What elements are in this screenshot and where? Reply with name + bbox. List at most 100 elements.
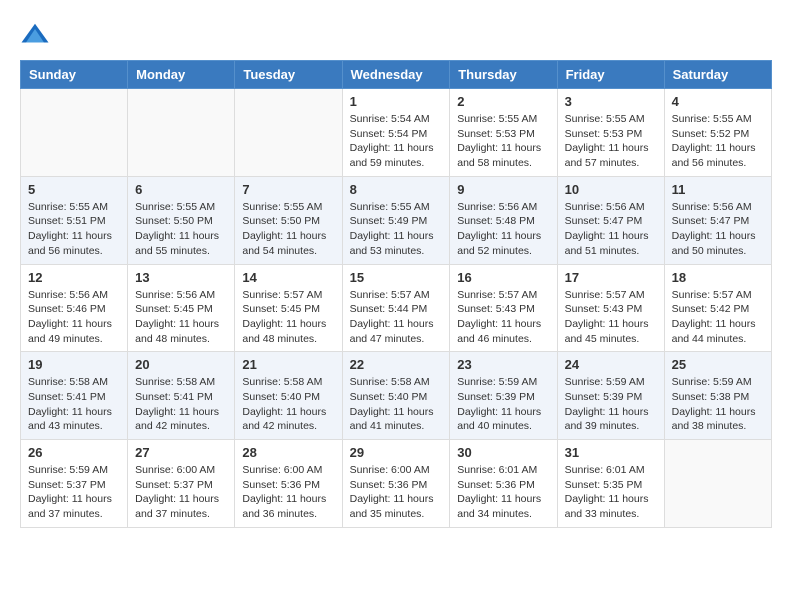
day-info: Sunrise: 6:00 AMSunset: 5:36 PMDaylight:… [242, 463, 334, 522]
calendar-cell: 22 Sunrise: 5:58 AMSunset: 5:40 PMDayligh… [342, 352, 450, 440]
column-header-friday: Friday [557, 61, 664, 89]
day-number: 25 [672, 357, 764, 372]
day-info: Sunrise: 6:01 AMSunset: 5:36 PMDaylight:… [457, 463, 549, 522]
day-info: Sunrise: 5:55 AMSunset: 5:50 PMDaylight:… [135, 200, 227, 259]
calendar-cell: 9 Sunrise: 5:56 AMSunset: 5:48 PMDaylight… [450, 176, 557, 264]
calendar-cell: 5Sunrise: 5:55 AMSunset: 5:51 PMDaylight… [21, 176, 128, 264]
day-info: Sunrise: 5:59 AMSunset: 5:39 PMDaylight:… [565, 375, 657, 434]
column-header-monday: Monday [128, 61, 235, 89]
calendar-cell: 27 Sunrise: 6:00 AMSunset: 5:37 PMDayligh… [128, 440, 235, 528]
day-number: 30 [457, 445, 549, 460]
day-info: Sunrise: 5:56 AMSunset: 5:47 PMDaylight:… [565, 200, 657, 259]
day-number: 1 [350, 94, 443, 109]
calendar-week-2: 5Sunrise: 5:55 AMSunset: 5:51 PMDaylight… [21, 176, 772, 264]
calendar-week-1: 1 Sunrise: 5:54 AMSunset: 5:54 PMDaylight… [21, 89, 772, 177]
day-info: Sunrise: 6:00 AMSunset: 5:37 PMDaylight:… [135, 463, 227, 522]
day-number: 27 [135, 445, 227, 460]
calendar-cell: 4 Sunrise: 5:55 AMSunset: 5:52 PMDaylight… [664, 89, 771, 177]
day-number: 20 [135, 357, 227, 372]
calendar-cell: 29 Sunrise: 6:00 AMSunset: 5:36 PMDayligh… [342, 440, 450, 528]
day-info: Sunrise: 5:58 AMSunset: 5:40 PMDaylight:… [350, 375, 443, 434]
day-number: 3 [565, 94, 657, 109]
day-info: Sunrise: 5:59 AMSunset: 5:37 PMDaylight:… [28, 463, 120, 522]
calendar-cell: 12Sunrise: 5:56 AMSunset: 5:46 PMDayligh… [21, 264, 128, 352]
calendar-cell: 10 Sunrise: 5:56 AMSunset: 5:47 PMDayligh… [557, 176, 664, 264]
day-info: Sunrise: 5:56 AMSunset: 5:46 PMDaylight:… [28, 288, 120, 347]
calendar-cell [235, 89, 342, 177]
day-info: Sunrise: 5:57 AMSunset: 5:42 PMDaylight:… [672, 288, 764, 347]
day-number: 17 [565, 270, 657, 285]
day-info: Sunrise: 5:59 AMSunset: 5:38 PMDaylight:… [672, 375, 764, 434]
day-number: 15 [350, 270, 443, 285]
calendar-cell: 20 Sunrise: 5:58 AMSunset: 5:41 PMDayligh… [128, 352, 235, 440]
column-header-tuesday: Tuesday [235, 61, 342, 89]
day-number: 7 [242, 182, 334, 197]
day-info: Sunrise: 5:55 AMSunset: 5:53 PMDaylight:… [457, 112, 549, 171]
calendar-cell: 14 Sunrise: 5:57 AMSunset: 5:45 PMDayligh… [235, 264, 342, 352]
calendar-cell: 2 Sunrise: 5:55 AMSunset: 5:53 PMDaylight… [450, 89, 557, 177]
calendar-cell: 16Sunrise: 5:57 AMSunset: 5:43 PMDayligh… [450, 264, 557, 352]
day-info: Sunrise: 5:58 AMSunset: 5:41 PMDaylight:… [135, 375, 227, 434]
day-info: Sunrise: 5:56 AMSunset: 5:48 PMDaylight:… [457, 200, 549, 259]
calendar-cell: 13 Sunrise: 5:56 AMSunset: 5:45 PMDayligh… [128, 264, 235, 352]
day-number: 14 [242, 270, 334, 285]
day-number: 11 [672, 182, 764, 197]
day-number: 2 [457, 94, 549, 109]
day-number: 10 [565, 182, 657, 197]
day-number: 26 [28, 445, 120, 460]
day-info: Sunrise: 5:57 AMSunset: 5:43 PMDaylight:… [565, 288, 657, 347]
day-number: 24 [565, 357, 657, 372]
day-number: 29 [350, 445, 443, 460]
calendar-cell: 23Sunrise: 5:59 AMSunset: 5:39 PMDayligh… [450, 352, 557, 440]
day-info: Sunrise: 6:00 AMSunset: 5:36 PMDaylight:… [350, 463, 443, 522]
day-number: 9 [457, 182, 549, 197]
logo [20, 20, 54, 50]
calendar-cell [21, 89, 128, 177]
day-info: Sunrise: 5:57 AMSunset: 5:45 PMDaylight:… [242, 288, 334, 347]
day-info: Sunrise: 5:55 AMSunset: 5:52 PMDaylight:… [672, 112, 764, 171]
calendar-cell: 17 Sunrise: 5:57 AMSunset: 5:43 PMDayligh… [557, 264, 664, 352]
calendar-cell: 15 Sunrise: 5:57 AMSunset: 5:44 PMDayligh… [342, 264, 450, 352]
day-number: 18 [672, 270, 764, 285]
calendar-cell [128, 89, 235, 177]
calendar-cell: 18 Sunrise: 5:57 AMSunset: 5:42 PMDayligh… [664, 264, 771, 352]
column-header-sunday: Sunday [21, 61, 128, 89]
day-number: 31 [565, 445, 657, 460]
day-info: Sunrise: 5:56 AMSunset: 5:45 PMDaylight:… [135, 288, 227, 347]
calendar: SundayMondayTuesdayWednesdayThursdayFrid… [20, 60, 772, 528]
day-number: 8 [350, 182, 443, 197]
column-header-wednesday: Wednesday [342, 61, 450, 89]
day-number: 22 [350, 357, 443, 372]
calendar-cell: 7 Sunrise: 5:55 AMSunset: 5:50 PMDaylight… [235, 176, 342, 264]
column-header-saturday: Saturday [664, 61, 771, 89]
day-info: Sunrise: 6:01 AMSunset: 5:35 PMDaylight:… [565, 463, 657, 522]
day-info: Sunrise: 5:55 AMSunset: 5:53 PMDaylight:… [565, 112, 657, 171]
day-info: Sunrise: 5:57 AMSunset: 5:44 PMDaylight:… [350, 288, 443, 347]
calendar-cell: 31 Sunrise: 6:01 AMSunset: 5:35 PMDayligh… [557, 440, 664, 528]
calendar-cell: 21Sunrise: 5:58 AMSunset: 5:40 PMDayligh… [235, 352, 342, 440]
day-number: 23 [457, 357, 549, 372]
calendar-week-3: 12Sunrise: 5:56 AMSunset: 5:46 PMDayligh… [21, 264, 772, 352]
calendar-header-row: SundayMondayTuesdayWednesdayThursdayFrid… [21, 61, 772, 89]
calendar-week-5: 26 Sunrise: 5:59 AMSunset: 5:37 PMDayligh… [21, 440, 772, 528]
logo-icon [20, 20, 50, 50]
day-number: 4 [672, 94, 764, 109]
calendar-cell: 30 Sunrise: 6:01 AMSunset: 5:36 PMDayligh… [450, 440, 557, 528]
calendar-cell [664, 440, 771, 528]
calendar-cell: 28Sunrise: 6:00 AMSunset: 5:36 PMDayligh… [235, 440, 342, 528]
day-info: Sunrise: 5:56 AMSunset: 5:47 PMDaylight:… [672, 200, 764, 259]
calendar-cell: 11 Sunrise: 5:56 AMSunset: 5:47 PMDayligh… [664, 176, 771, 264]
page-header [20, 20, 772, 50]
day-info: Sunrise: 5:55 AMSunset: 5:49 PMDaylight:… [350, 200, 443, 259]
day-info: Sunrise: 5:55 AMSunset: 5:51 PMDaylight:… [28, 200, 120, 259]
day-number: 13 [135, 270, 227, 285]
day-number: 6 [135, 182, 227, 197]
calendar-cell: 6 Sunrise: 5:55 AMSunset: 5:50 PMDaylight… [128, 176, 235, 264]
day-info: Sunrise: 5:57 AMSunset: 5:43 PMDaylight:… [457, 288, 549, 347]
calendar-cell: 24 Sunrise: 5:59 AMSunset: 5:39 PMDayligh… [557, 352, 664, 440]
calendar-week-4: 19Sunrise: 5:58 AMSunset: 5:41 PMDayligh… [21, 352, 772, 440]
calendar-cell: 25 Sunrise: 5:59 AMSunset: 5:38 PMDayligh… [664, 352, 771, 440]
day-info: Sunrise: 5:55 AMSunset: 5:50 PMDaylight:… [242, 200, 334, 259]
calendar-cell: 26 Sunrise: 5:59 AMSunset: 5:37 PMDayligh… [21, 440, 128, 528]
day-info: Sunrise: 5:54 AMSunset: 5:54 PMDaylight:… [350, 112, 443, 171]
